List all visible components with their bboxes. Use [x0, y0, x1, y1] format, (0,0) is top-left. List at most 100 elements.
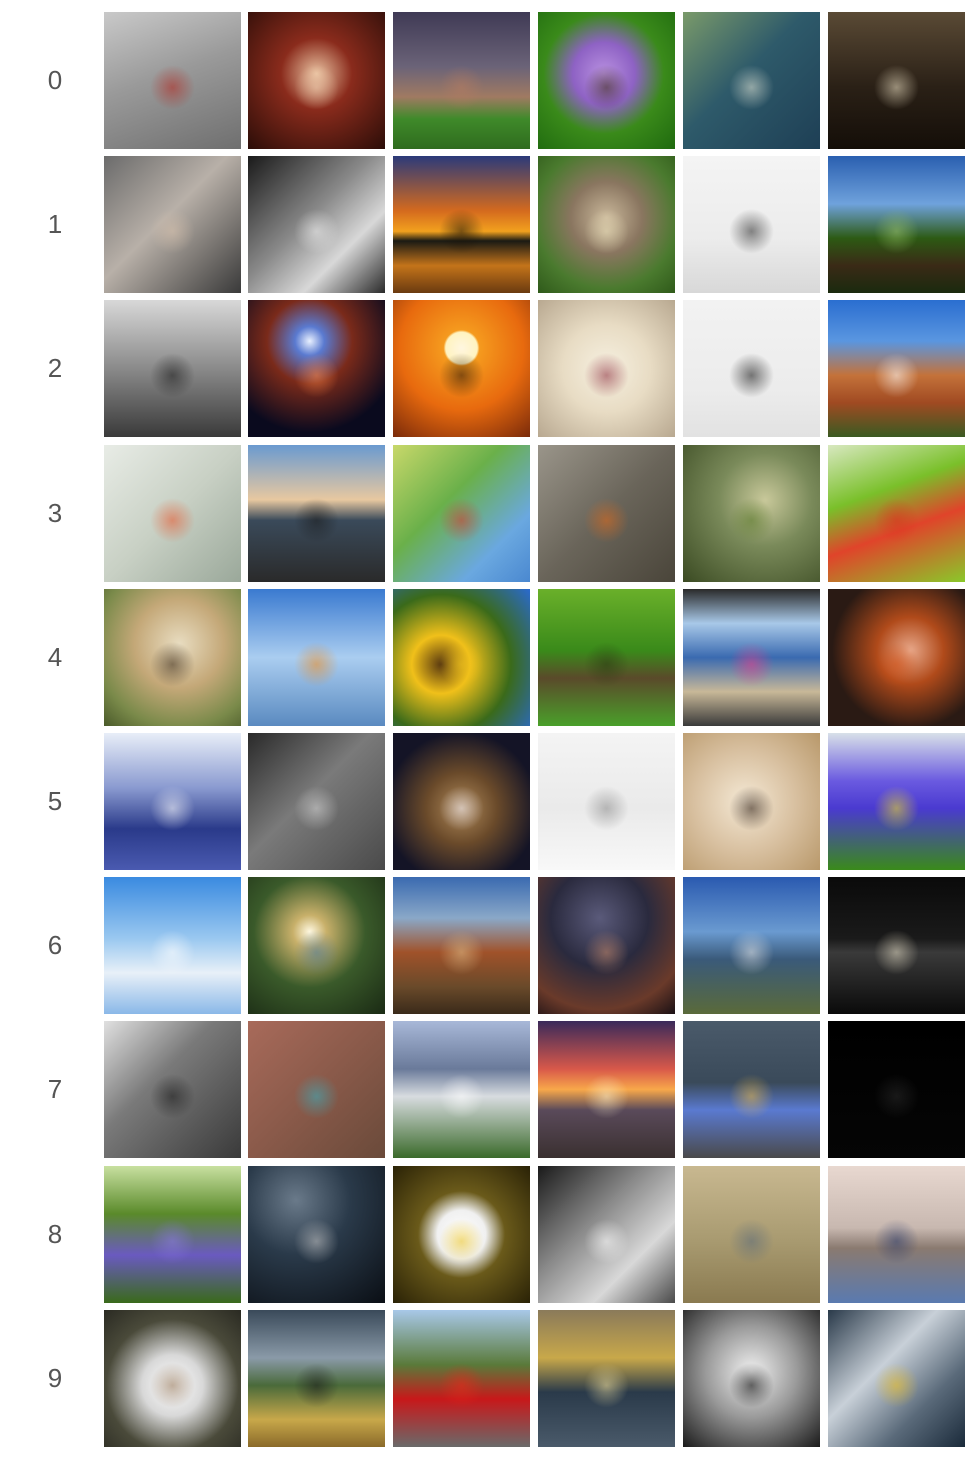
thumbnail-tangled-vines[interactable] [683, 445, 820, 582]
thumbnail-subject [104, 1166, 241, 1303]
thumbnail-two-owlets[interactable] [538, 156, 675, 293]
thumbnail-snarling-lioness[interactable] [104, 589, 241, 726]
thumbnail-brick-paving-drain[interactable] [248, 1021, 385, 1158]
thumbnail-pier-at-dusk[interactable] [248, 445, 385, 582]
thumbnail-subject [104, 589, 241, 726]
thumbnail-subject [683, 12, 820, 149]
thumbnail-cable-on-white-sky[interactable] [683, 300, 820, 437]
thumbnail-subject [538, 733, 675, 870]
thumbnail-white-daisy[interactable] [393, 1166, 530, 1303]
thumbnail-misty-valley[interactable] [393, 1021, 530, 1158]
thumbnail-subject [393, 877, 530, 1014]
thumbnail-misty-tree-path[interactable] [104, 300, 241, 437]
thumbnail-subject [104, 445, 241, 582]
thumbnail-subject [248, 12, 385, 149]
thumbnail-subject [538, 877, 675, 1014]
thumbnail-dewy-spider-web[interactable] [683, 12, 820, 149]
thumbnail-harbor-ferry-city[interactable] [828, 1166, 965, 1303]
thumbnail-subject [828, 1310, 965, 1447]
grid-row: 7 [0, 1021, 980, 1158]
thumbnail-subject [828, 12, 965, 149]
thumbnail-bw-couple-dancing[interactable] [248, 156, 385, 293]
thumbnail-subject [683, 1166, 820, 1303]
thumbnail-dark-black-frame[interactable] [828, 1021, 965, 1158]
thumbnail-cicada-on-wood[interactable] [538, 445, 675, 582]
thumbnail-milky-way-rocks[interactable] [538, 877, 675, 1014]
grid-row: 4 [0, 589, 980, 726]
thumbnail-green-field-trees[interactable] [828, 156, 965, 293]
thumbnail-subject [393, 156, 530, 293]
thumbnail-subject [828, 445, 965, 582]
thumbnail-canyon-hoodoos[interactable] [828, 300, 965, 437]
thumbnail-purple-iris-flowers[interactable] [828, 733, 965, 870]
thumbnail-bw-street-women[interactable] [538, 1166, 675, 1303]
thumbnail-orange-sunset-lake[interactable] [393, 156, 530, 293]
thumbnail-subject [538, 589, 675, 726]
thumbnail-vintage-box-camera[interactable] [683, 733, 820, 870]
row-label: 6 [47, 930, 63, 960]
image-grid: 0 1 2 3 4 5 6 7 8 9 [0, 0, 980, 1460]
thumbnail-brick-building-mountains[interactable] [393, 877, 530, 1014]
thumbnail-subject [538, 300, 675, 437]
grid-row: 0 [0, 12, 980, 149]
thumbnail-candle-on-cake[interactable] [828, 12, 965, 149]
row-label: 3 [47, 498, 63, 528]
thumbnail-catan-board-game[interactable] [393, 445, 530, 582]
thumbnail-dark-night-storefront[interactable] [828, 877, 965, 1014]
thumbnail-infrared-lake-trees[interactable] [104, 733, 241, 870]
thumbnail-red-sports-car[interactable] [393, 1310, 530, 1447]
thumbnail-infrared-tower-plaza[interactable] [104, 877, 241, 1014]
thumbnail-city-street-aerial[interactable] [828, 1310, 965, 1447]
thumbnail-chopped-vegetables[interactable] [828, 445, 965, 582]
thumbnail-white-peacock[interactable] [104, 1310, 241, 1447]
thumbnail-woman-leaning-back[interactable] [104, 156, 241, 293]
thumbnail-stone-ruin-field[interactable] [393, 12, 530, 149]
thumbnail-bw-stone-viaduct[interactable] [104, 1021, 241, 1158]
thumbnail-sunset-pebble-beach[interactable] [538, 1021, 675, 1158]
thumbnail-red-haired-woman[interactable] [828, 589, 965, 726]
thumbnail-subject [393, 1166, 530, 1303]
thumbnail-rock-spire-night[interactable] [393, 733, 530, 870]
thumbnail-hay-bales-field[interactable] [248, 1310, 385, 1447]
thumbnail-subject [393, 1021, 530, 1158]
thumbnail-subject [683, 445, 820, 582]
thumbnail-red-interior-swirl[interactable] [248, 12, 385, 149]
thumbnail-sunlit-pond-forest[interactable] [248, 877, 385, 1014]
thumbnail-abstract-gray-texture[interactable] [104, 12, 241, 149]
thumbnail-flamingo-head[interactable] [104, 445, 241, 582]
thumbnail-subject [104, 1310, 241, 1447]
thumbnail-subject [683, 589, 820, 726]
thumbnail-purple-chive-flower[interactable] [538, 12, 675, 149]
thumbnail-green-park-trees[interactable] [538, 589, 675, 726]
thumbnail-rocky-coast-cliff[interactable] [683, 877, 820, 1014]
thumbnail-subject [248, 1310, 385, 1447]
thumbnail-subject [828, 300, 965, 437]
thumbnail-bw-old-house-porch[interactable] [248, 733, 385, 870]
row-label: 7 [47, 1074, 63, 1104]
thumbnail-bluebell-woods[interactable] [104, 1166, 241, 1303]
grid-row: 6 [0, 877, 980, 1014]
thumbnail-subject [393, 12, 530, 149]
thumbnail-glass-dome-harbor[interactable] [538, 1310, 675, 1447]
row-label: 5 [47, 786, 63, 816]
thumbnail-snowy-mountain-skier[interactable] [538, 733, 675, 870]
grid-row: 9 [0, 1310, 980, 1447]
thumbnail-street-puddle-reflection[interactable] [683, 1021, 820, 1158]
thumbnail-bw-woman-glasses[interactable] [683, 1310, 820, 1447]
thumbnail-orange-poppies-sky[interactable] [248, 589, 385, 726]
thumbnail-orion-nebula[interactable] [248, 300, 385, 437]
thumbnail-dark-pipes-ceiling[interactable] [248, 1166, 385, 1303]
thumbnail-subject [393, 589, 530, 726]
thumbnail-heron-in-water[interactable] [683, 1166, 820, 1303]
thumbnail-orange-sun-skyline[interactable] [393, 300, 530, 437]
thumbnail-subject [538, 12, 675, 149]
thumbnail-white-lily-blossoms[interactable] [538, 300, 675, 437]
thumbnail-subject [683, 877, 820, 1014]
thumbnail-framed-sea-view[interactable] [683, 589, 820, 726]
thumbnail-sunflower-field[interactable] [393, 589, 530, 726]
thumbnail-subject [828, 1166, 965, 1303]
row-label: 4 [47, 642, 63, 672]
thumbnail-yoga-pose-studio[interactable] [683, 156, 820, 293]
thumbnail-subject [538, 445, 675, 582]
thumbnail-subject [248, 1021, 385, 1158]
